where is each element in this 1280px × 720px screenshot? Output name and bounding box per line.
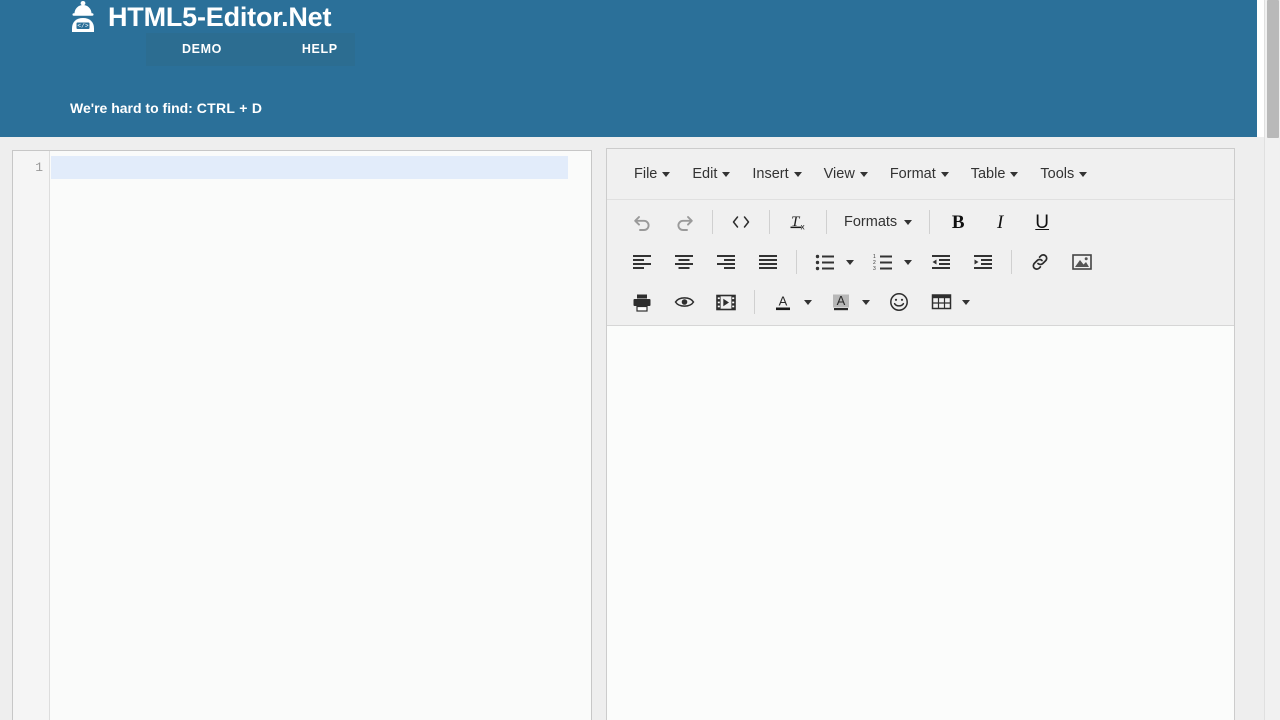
chevron-down-icon bbox=[804, 299, 812, 305]
toolbar-separator bbox=[712, 210, 713, 234]
clear-formatting-button[interactable]: T x bbox=[781, 207, 815, 237]
page-title: HTML5-Editor.Net bbox=[108, 2, 332, 32]
undo-button[interactable] bbox=[625, 207, 659, 237]
numbered-list-button[interactable]: 1 2 3 bbox=[866, 247, 900, 277]
tagline-shortcut: CTRL + D bbox=[196, 100, 263, 116]
page-scrollbar[interactable] bbox=[1264, 0, 1280, 720]
source-code-button[interactable] bbox=[724, 207, 758, 237]
chevron-down-icon bbox=[722, 171, 731, 177]
align-right-button[interactable] bbox=[709, 247, 743, 277]
redo-button[interactable] bbox=[667, 207, 701, 237]
toolbar-row-2: 1 2 3 bbox=[607, 242, 1234, 282]
svg-text:</>: </> bbox=[77, 23, 88, 30]
chevron-down-icon bbox=[662, 171, 671, 177]
chevron-down-icon bbox=[859, 171, 868, 177]
tagline-lead: We're hard to find: bbox=[70, 100, 193, 116]
numbered-list-dropdown[interactable] bbox=[900, 247, 916, 277]
chevron-down-icon bbox=[862, 299, 870, 305]
editor-content-area[interactable] bbox=[607, 326, 1234, 720]
site-brand[interactable]: </> HTML5-Editor.Net bbox=[68, 0, 331, 34]
bullet-list-button[interactable] bbox=[808, 247, 842, 277]
browser-page: </> HTML5-Editor.Net DEMO HELP We're har… bbox=[0, 0, 1280, 720]
chevron-down-icon bbox=[1079, 171, 1088, 177]
print-button[interactable] bbox=[625, 287, 659, 317]
insert-link-button[interactable] bbox=[1023, 247, 1057, 277]
toolbar-row-3: A A bbox=[607, 282, 1234, 322]
menu-format[interactable]: Format bbox=[879, 162, 960, 186]
wysiwyg-editor-pane: File Edit Insert View Format Table Tools… bbox=[606, 148, 1235, 720]
menu-view-label: View bbox=[823, 166, 855, 182]
formats-dropdown-label: Formats bbox=[844, 214, 898, 230]
svg-text:A: A bbox=[837, 293, 846, 308]
toolbar-separator bbox=[929, 210, 931, 234]
chevron-down-icon bbox=[904, 219, 913, 225]
menu-file[interactable]: File bbox=[623, 162, 681, 186]
italic-icon: I bbox=[997, 211, 1004, 233]
chevron-down-icon bbox=[904, 259, 912, 265]
align-center-button[interactable] bbox=[667, 247, 701, 277]
editor-menubar: File Edit Insert View Format Table Tools bbox=[607, 149, 1234, 200]
editor-toolbar: T x Formats B I U 1 2 3 A A bbox=[607, 200, 1234, 326]
menu-tools[interactable]: Tools bbox=[1029, 162, 1098, 186]
menu-table-label: Table bbox=[970, 166, 1006, 182]
emoticon-button[interactable] bbox=[882, 287, 916, 317]
developer-person-icon: </> bbox=[68, 1, 98, 33]
chevron-down-icon bbox=[962, 299, 970, 305]
align-justify-button[interactable] bbox=[751, 247, 785, 277]
background-color-button[interactable]: A bbox=[824, 287, 858, 317]
code-line-number: 1 bbox=[35, 160, 43, 175]
insert-image-button[interactable] bbox=[1065, 247, 1099, 277]
preview-button[interactable] bbox=[667, 287, 701, 317]
nav-help[interactable]: HELP bbox=[288, 33, 352, 66]
toolbar-separator bbox=[769, 210, 770, 234]
align-left-button[interactable] bbox=[625, 247, 659, 277]
chevron-down-icon bbox=[846, 259, 854, 265]
toolbar-separator bbox=[796, 250, 797, 274]
bold-button[interactable]: B bbox=[941, 207, 975, 237]
menu-tools-label: Tools bbox=[1040, 166, 1075, 182]
underline-button[interactable]: U bbox=[1025, 207, 1059, 237]
insert-table-dropdown[interactable] bbox=[958, 287, 974, 317]
toolbar-separator bbox=[754, 290, 755, 314]
toolbar-separator bbox=[1011, 250, 1012, 274]
underline-icon: U bbox=[1035, 211, 1050, 233]
toolbar-separator bbox=[826, 210, 827, 234]
svg-text:3: 3 bbox=[873, 266, 876, 271]
text-color-button[interactable]: A bbox=[766, 287, 800, 317]
code-editor-pane[interactable]: 1 bbox=[12, 150, 592, 720]
page-scrollbar-thumb[interactable] bbox=[1267, 0, 1279, 138]
code-active-line-highlight bbox=[51, 156, 568, 179]
insert-media-button[interactable] bbox=[709, 287, 743, 317]
svg-text:x: x bbox=[800, 223, 804, 232]
chevron-down-icon bbox=[1010, 171, 1019, 177]
code-gutter: 1 bbox=[13, 151, 50, 720]
menu-edit-label: Edit bbox=[692, 166, 718, 182]
nav-demo[interactable]: DEMO bbox=[168, 33, 236, 66]
bookmark-tagline: We're hard to find: CTRL + D bbox=[70, 100, 262, 116]
menu-insert[interactable]: Insert bbox=[741, 162, 812, 186]
main-navigation: DEMO HELP bbox=[146, 33, 355, 66]
menu-file-label: File bbox=[634, 166, 658, 182]
menu-insert-label: Insert bbox=[752, 166, 789, 182]
svg-text:A: A bbox=[779, 294, 788, 309]
bold-icon: B bbox=[951, 211, 965, 233]
insert-table-button[interactable] bbox=[924, 287, 958, 317]
menu-table[interactable]: Table bbox=[960, 162, 1030, 186]
menu-view[interactable]: View bbox=[813, 162, 879, 186]
bullet-list-dropdown[interactable] bbox=[842, 247, 858, 277]
background-color-dropdown[interactable] bbox=[858, 287, 874, 317]
site-header: </> HTML5-Editor.Net DEMO HELP We're har… bbox=[0, 0, 1257, 137]
code-text-area[interactable] bbox=[51, 151, 591, 720]
text-color-dropdown[interactable] bbox=[800, 287, 816, 317]
indent-button[interactable] bbox=[966, 247, 1000, 277]
chevron-down-icon bbox=[793, 171, 802, 177]
outdent-button[interactable] bbox=[924, 247, 958, 277]
italic-button[interactable]: I bbox=[983, 207, 1017, 237]
page-viewport: </> HTML5-Editor.Net DEMO HELP We're har… bbox=[0, 0, 1264, 720]
chevron-down-icon bbox=[940, 171, 949, 177]
formats-dropdown[interactable]: Formats bbox=[834, 209, 922, 235]
menu-format-label: Format bbox=[889, 166, 936, 182]
menu-edit[interactable]: Edit bbox=[681, 162, 741, 186]
toolbar-row-1: T x Formats B I U bbox=[607, 202, 1234, 242]
